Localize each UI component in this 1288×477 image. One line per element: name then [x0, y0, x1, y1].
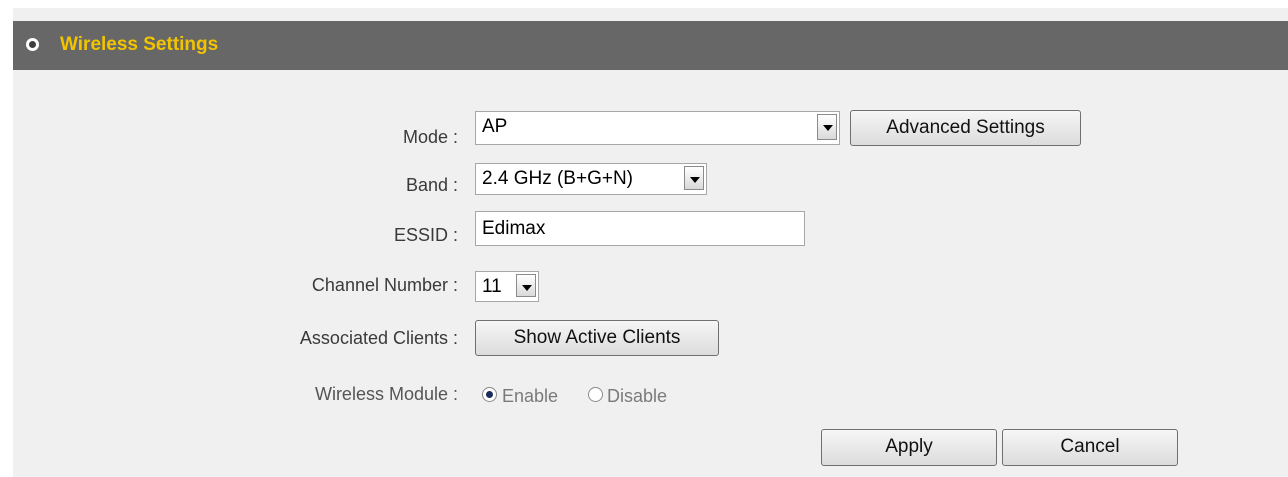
- mode-select-value: AP: [482, 116, 508, 137]
- section-title: Wireless Settings: [60, 34, 219, 55]
- mode-select[interactable]: AP: [475, 111, 840, 145]
- wireless-module-label: Wireless Module :: [314, 384, 458, 404]
- essid-label: ESSID :: [393, 225, 458, 245]
- band-label: Band :: [405, 175, 458, 195]
- advanced-settings-button[interactable]: Advanced Settings: [850, 110, 1081, 146]
- cancel-button[interactable]: Cancel: [1002, 429, 1178, 466]
- chevron-down-icon[interactable]: [516, 274, 536, 297]
- apply-button[interactable]: Apply: [821, 429, 997, 466]
- essid-input[interactable]: Edimax: [475, 211, 805, 246]
- mode-label: Mode :: [402, 127, 458, 147]
- disable-radio-label: Disable: [607, 386, 668, 406]
- essid-input-value: Edimax: [482, 218, 546, 239]
- show-active-clients-button[interactable]: Show Active Clients: [475, 320, 719, 356]
- bullet-icon: [26, 38, 39, 51]
- enable-radio[interactable]: [482, 387, 497, 402]
- band-select-value: 2.4 GHz (B+G+N): [482, 168, 633, 189]
- enable-radio-label: Enable: [502, 386, 559, 406]
- associated-clients-label: Associated Clients :: [299, 328, 458, 348]
- disable-radio[interactable]: [588, 387, 603, 402]
- wireless-settings-panel: Wireless Settings Mode : AP Advanced Set…: [13, 8, 1288, 477]
- band-select[interactable]: 2.4 GHz (B+G+N): [475, 163, 707, 195]
- channel-select-value: 11: [482, 276, 502, 297]
- channel-select[interactable]: 11: [475, 271, 539, 302]
- chevron-down-icon[interactable]: [684, 166, 704, 190]
- chevron-down-icon[interactable]: [817, 114, 837, 140]
- section-header: Wireless Settings: [13, 21, 1288, 70]
- channel-number-label: Channel Number :: [311, 275, 458, 295]
